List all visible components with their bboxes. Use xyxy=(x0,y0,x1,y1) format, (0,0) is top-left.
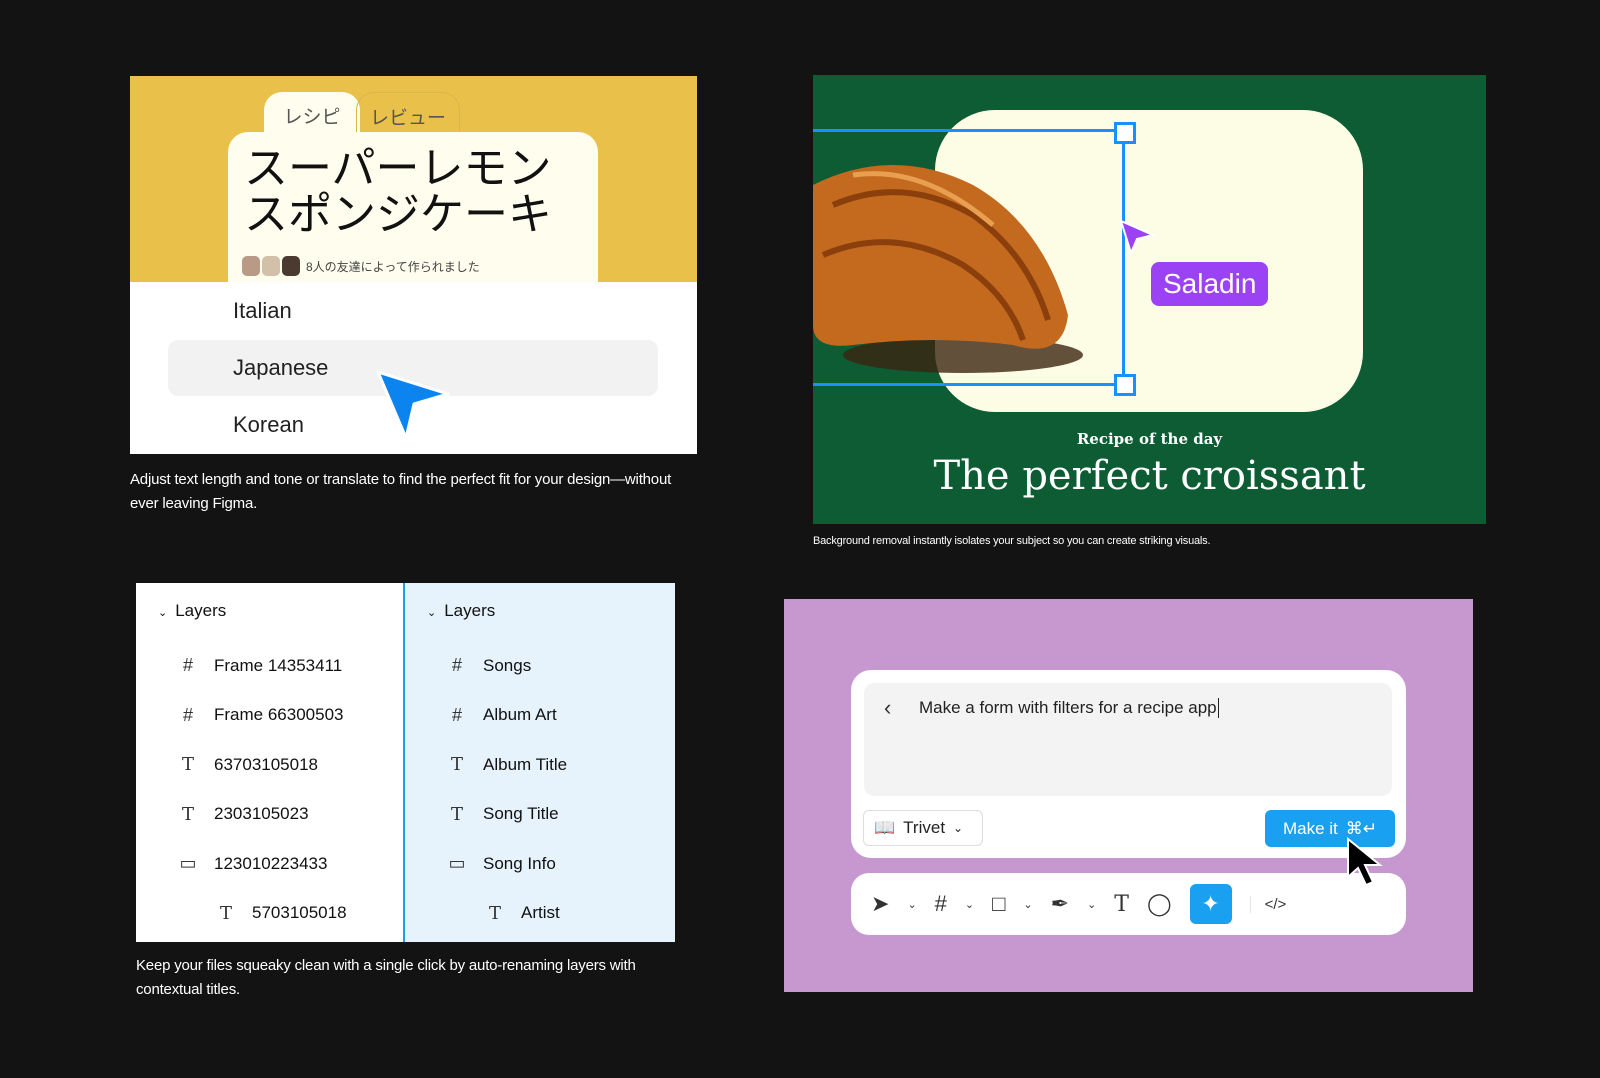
rectangle-tool-icon[interactable]: □ xyxy=(992,891,1005,917)
library-dropdown[interactable]: 📖 Trivet ⌄ xyxy=(863,810,983,846)
layer-item[interactable]: ▭ Song Info xyxy=(447,853,556,874)
friends-row: 8人の友達によって作られました xyxy=(242,256,480,276)
chevron-down-icon: ⌄ xyxy=(953,821,964,835)
recipe-card-background: レシピ レビュー スーパーレモン スポンジケーキ 8人の友達によって作られました xyxy=(130,76,697,282)
first-draft-panel: ‹ Make a form with filters for a recipe … xyxy=(784,599,1473,992)
component-icon: ▭ xyxy=(179,853,197,873)
layer-name: Songs xyxy=(483,655,532,675)
move-tool-icon[interactable]: ➤ xyxy=(871,891,889,917)
prompt-input[interactable]: ‹ Make a form with filters for a recipe … xyxy=(864,683,1392,796)
recipe-card: スーパーレモン スポンジケーキ 8人の友達によって作られました xyxy=(228,132,598,282)
layer-item[interactable]: T Artist xyxy=(485,903,560,924)
shortcut-hint: ⌘↵ xyxy=(1345,818,1378,838)
comment-tool-icon[interactable]: ◯ xyxy=(1147,891,1172,917)
recipe-title: スーパーレモン スポンジケーキ xyxy=(244,143,552,240)
layers-header[interactable]: ⌄ Layers xyxy=(427,601,495,621)
chevron-down-icon: ⌄ xyxy=(158,607,168,619)
layer-item[interactable]: T Song Title xyxy=(447,804,559,825)
layer-name: 2303105023 xyxy=(214,804,309,823)
layer-item[interactable]: # Frame 66300503 xyxy=(178,704,344,726)
text-icon: T xyxy=(181,803,194,825)
layer-name: 123010223433 xyxy=(214,853,328,873)
eyebrow-text: Recipe of the day xyxy=(1076,430,1223,448)
layer-item[interactable]: T 2303105023 xyxy=(178,804,309,825)
background-removal-panel: Saladin Recipe of the day The perfect cr… xyxy=(813,75,1486,524)
pen-tool-icon[interactable]: ✒ xyxy=(1051,891,1069,917)
prompt-text: Make a form with filters for a recipe ap… xyxy=(919,698,1219,718)
prompt-dialog: ‹ Make a form with filters for a recipe … xyxy=(851,670,1406,858)
text-icon: T xyxy=(450,803,463,825)
frame-icon: # xyxy=(451,704,462,725)
toolbar: ➤ ⌄ # ⌄ □ ⌄ ✒ ⌄ T ◯ ✦ </> xyxy=(851,873,1406,935)
avatar xyxy=(262,256,280,276)
selection-box[interactable] xyxy=(813,129,1125,386)
caption-rename-layers: Keep your files squeaky clean with a sin… xyxy=(136,957,636,998)
chevron-down-icon: ⌄ xyxy=(427,607,437,619)
headline: The perfect croissant xyxy=(933,453,1366,499)
layer-name: Frame 14353411 xyxy=(214,655,343,675)
frame-icon: # xyxy=(182,655,193,675)
layer-name: 63703105018 xyxy=(214,754,319,774)
layer-item[interactable]: ▭ 123010223433 xyxy=(178,853,327,874)
chevron-down-icon[interactable]: ⌄ xyxy=(907,898,916,911)
dev-mode-icon[interactable]: </> xyxy=(1249,895,1286,913)
chevron-down-icon[interactable]: ⌄ xyxy=(965,898,974,911)
layer-name: Album Art xyxy=(483,705,557,724)
layer-item[interactable]: T 63703105018 xyxy=(178,754,318,775)
frame-tool-icon[interactable]: # xyxy=(935,891,947,917)
avatar xyxy=(242,256,260,276)
layers-after: ⌄ Layers # Songs # Album Art T Album Title T Son… xyxy=(403,583,675,942)
layer-name: Artist xyxy=(521,903,560,922)
layer-name: Song Title xyxy=(483,804,559,823)
language-option-japanese[interactable]: Japanese xyxy=(233,355,328,381)
layers-header[interactable]: ⌄ Layers xyxy=(158,601,226,621)
friends-text: 8人の友達によって作られました xyxy=(306,259,480,274)
layer-name: 5703105018 xyxy=(252,903,347,922)
translate-demo-panel: レシピ レビュー スーパーレモン スポンジケーキ 8人の友達によって作られました … xyxy=(130,76,697,454)
layer-item[interactable]: # Album Art xyxy=(447,705,557,726)
layer-name: Frame 66300503 xyxy=(214,705,344,724)
collaborator-cursor-icon xyxy=(1119,219,1157,256)
text-icon: T xyxy=(488,902,501,924)
layer-name: Album Title xyxy=(483,754,568,774)
language-option-korean[interactable]: Korean xyxy=(233,412,304,438)
text-icon: T xyxy=(450,754,463,775)
resize-handle[interactable] xyxy=(1114,122,1136,144)
text-icon: T xyxy=(219,902,232,924)
back-chevron-icon[interactable]: ‹ xyxy=(884,695,891,721)
cursor-arrow-icon xyxy=(376,370,450,440)
language-option-italian[interactable]: Italian xyxy=(233,298,292,324)
layers-before: ⌄ Layers # Frame 14353411 # Frame 66300503 T 6… xyxy=(136,583,406,942)
frame-icon: # xyxy=(182,704,193,725)
collaborator-name-tag: Saladin xyxy=(1151,262,1269,306)
resize-handle[interactable] xyxy=(1114,374,1136,396)
chevron-down-icon[interactable]: ⌄ xyxy=(1087,898,1096,911)
layer-item[interactable]: # Frame 14353411 xyxy=(178,655,342,676)
mouse-pointer-icon xyxy=(1347,837,1383,887)
layer-item[interactable]: # Songs xyxy=(447,655,531,676)
avatar xyxy=(282,256,300,276)
book-icon: 📖 xyxy=(874,818,896,837)
caption-translate: Adjust text length and tone or translate… xyxy=(130,471,672,512)
layer-item[interactable]: T Album Title xyxy=(447,754,567,775)
rename-layers-panel: ⌄ Layers # Frame 14353411 # Frame 66300503 T 6… xyxy=(136,583,675,942)
layer-name: Song Info xyxy=(483,853,556,873)
ai-sparkle-icon[interactable]: ✦ xyxy=(1189,884,1232,924)
text-tool-icon[interactable]: T xyxy=(1114,892,1129,917)
chevron-down-icon[interactable]: ⌄ xyxy=(1023,898,1032,911)
text-icon: T xyxy=(181,754,194,775)
layer-item[interactable]: T 5703105018 xyxy=(216,903,347,924)
caption-background-removal: Background removal instantly isolates yo… xyxy=(813,535,1211,547)
component-icon: ▭ xyxy=(448,853,466,873)
frame-icon: # xyxy=(451,655,462,675)
